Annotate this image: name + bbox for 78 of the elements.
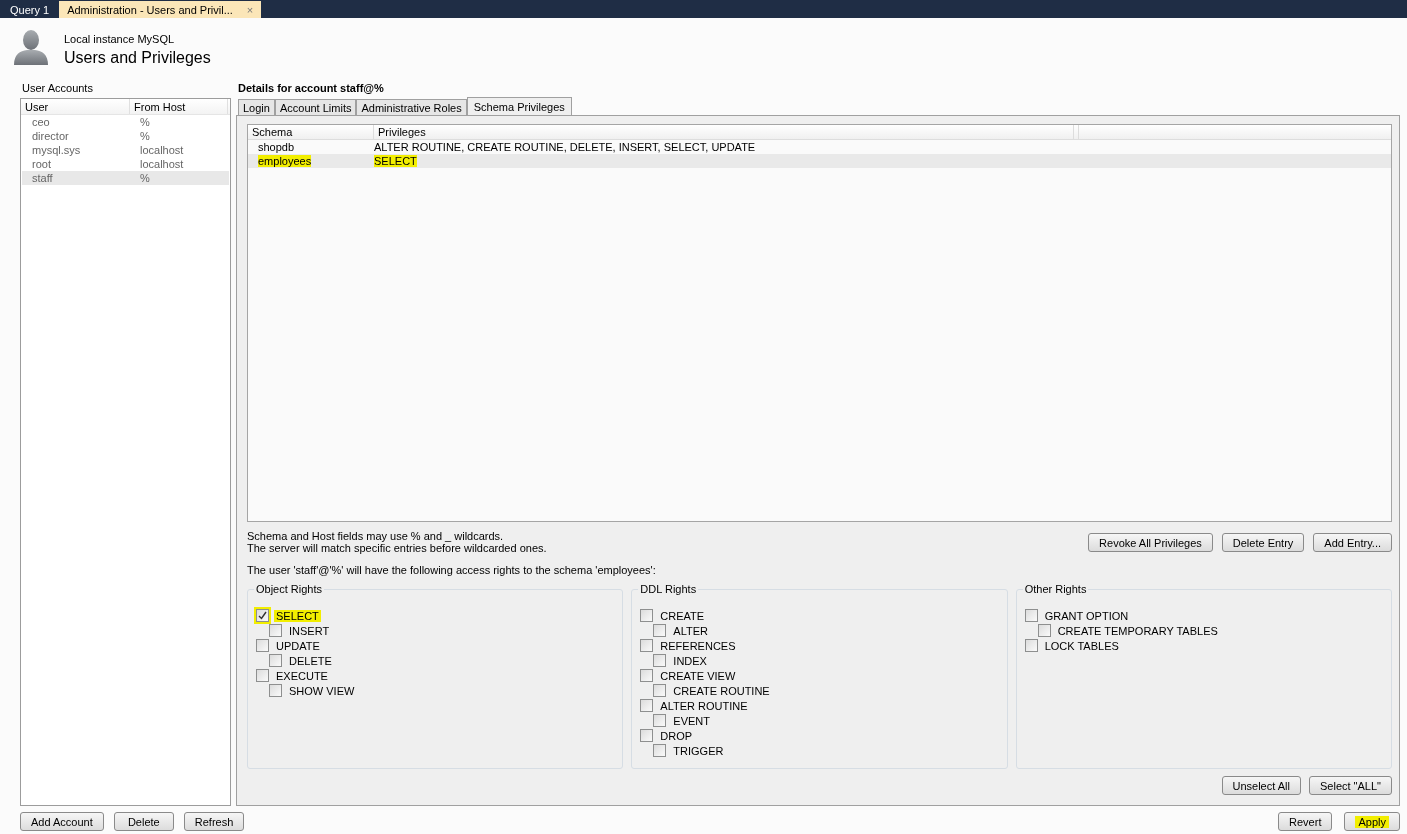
user-row[interactable]: mysql.sys localhost [22, 143, 229, 157]
checkbox-label[interactable]: CREATE [658, 609, 707, 622]
checkbox[interactable] [256, 669, 269, 682]
close-icon[interactable]: × [246, 3, 254, 16]
checkbox[interactable] [256, 609, 269, 622]
user-row[interactable]: staff % [22, 171, 229, 185]
revoke-all-privileges-button[interactable]: Revoke All Privileges [1088, 533, 1213, 552]
group-title: Object Rights [254, 583, 325, 595]
checkbox-label[interactable]: GRANT OPTION [1042, 609, 1131, 622]
page-title: Users and Privileges [64, 49, 211, 67]
checkbox[interactable] [653, 684, 667, 697]
checkbox-label[interactable]: INDEX [671, 654, 709, 667]
instance-name: Local instance MySQL [64, 33, 176, 45]
checkbox-label[interactable]: LOCK TABLES [1042, 639, 1121, 652]
tab[interactable]: Administrative Roles [356, 99, 467, 115]
checkbox-label[interactable]: TRIGGER [671, 744, 726, 757]
checkbox[interactable] [653, 654, 667, 667]
checkbox[interactable] [640, 699, 654, 712]
checkbox[interactable] [269, 684, 282, 697]
select-all-button[interactable]: Select "ALL" [1309, 776, 1392, 795]
checkbox[interactable] [640, 609, 654, 622]
unselect-all-button[interactable]: Unselect All [1221, 776, 1301, 795]
tab[interactable]: Schema Privileges [466, 97, 572, 115]
checkbox-label[interactable]: CREATE TEMPORARY TABLES [1055, 624, 1220, 637]
checkbox[interactable] [653, 624, 667, 637]
user-silhouette-icon [12, 28, 50, 66]
apply-button[interactable]: Apply [1344, 812, 1400, 831]
checkbox[interactable] [1037, 624, 1051, 637]
group-title: Other Rights [1022, 583, 1089, 595]
checkbox[interactable] [640, 639, 654, 652]
checkbox[interactable] [640, 669, 654, 682]
checkbox-label[interactable]: DROP [658, 729, 695, 742]
checkbox-label[interactable]: UPDATE [274, 639, 322, 652]
add-entry-button[interactable]: Add Entry... [1313, 533, 1392, 552]
checkbox[interactable] [1024, 609, 1038, 622]
column-header: From Host [130, 99, 228, 114]
schema-row[interactable]: employees SELECT [248, 154, 1391, 168]
checkbox-label[interactable]: REFERENCES [658, 639, 738, 652]
checkbox-label[interactable]: CREATE ROUTINE [671, 684, 772, 697]
column-header: Schema [248, 125, 374, 139]
user-row[interactable]: ceo % [22, 115, 229, 129]
revert-button[interactable]: Revert [1278, 812, 1333, 831]
checkbox-label[interactable]: EXECUTE [274, 669, 330, 682]
checkbox-label[interactable]: INSERT [287, 624, 332, 637]
tab[interactable]: Account Limits [274, 99, 357, 115]
schema-row[interactable]: shopdb ALTER ROUTINE, CREATE ROUTINE, DELETE, INSERT, SELECT, UPDATE [248, 140, 1391, 154]
checkbox[interactable] [256, 639, 269, 652]
user-row[interactable]: root localhost [22, 157, 229, 171]
delete-entry-button[interactable]: Delete Entry [1221, 533, 1305, 552]
checkbox-label[interactable]: SELECT [274, 609, 321, 622]
checkbox-label[interactable]: EVENT [671, 714, 712, 727]
refresh-button[interactable]: Refresh [183, 812, 245, 831]
checkbox[interactable] [640, 729, 654, 742]
tab[interactable]: Login [238, 99, 275, 115]
user-row[interactable]: director % [22, 129, 229, 143]
column-header: User [21, 99, 130, 114]
section-label: User Accounts [22, 82, 93, 94]
document-tab[interactable]: Administration - Users and Privil... × [59, 1, 262, 18]
access-description: The user 'staff'@'%' will have the following access rights to the schema 'employees': [247, 564, 657, 576]
checkbox[interactable] [653, 744, 667, 757]
checkbox[interactable] [269, 654, 282, 667]
note-text: Schema and Host fields may use % and _ wildcards. [247, 530, 505, 542]
checkbox-label[interactable]: CREATE VIEW [658, 669, 738, 682]
document-tab[interactable]: Query 1 [2, 1, 58, 18]
add-account-button[interactable]: Add Account [20, 812, 104, 831]
group-title: DDL Rights [638, 583, 699, 595]
checkbox[interactable] [269, 624, 282, 637]
checkbox-label[interactable]: ALTER [671, 624, 710, 637]
checkbox-label[interactable]: DELETE [287, 654, 334, 667]
checkbox-label[interactable]: SHOW VIEW [287, 684, 357, 697]
details-heading: Details for account staff@% [238, 82, 384, 94]
note-text: The server will match specific entries before wildcarded ones. [247, 542, 547, 554]
checkmark-icon [258, 611, 267, 620]
delete-button[interactable]: Delete [113, 812, 174, 831]
checkbox-label[interactable]: ALTER ROUTINE [658, 699, 750, 712]
checkbox[interactable] [1024, 639, 1038, 652]
column-header: Privileges [374, 125, 1074, 139]
checkbox[interactable] [653, 714, 667, 727]
